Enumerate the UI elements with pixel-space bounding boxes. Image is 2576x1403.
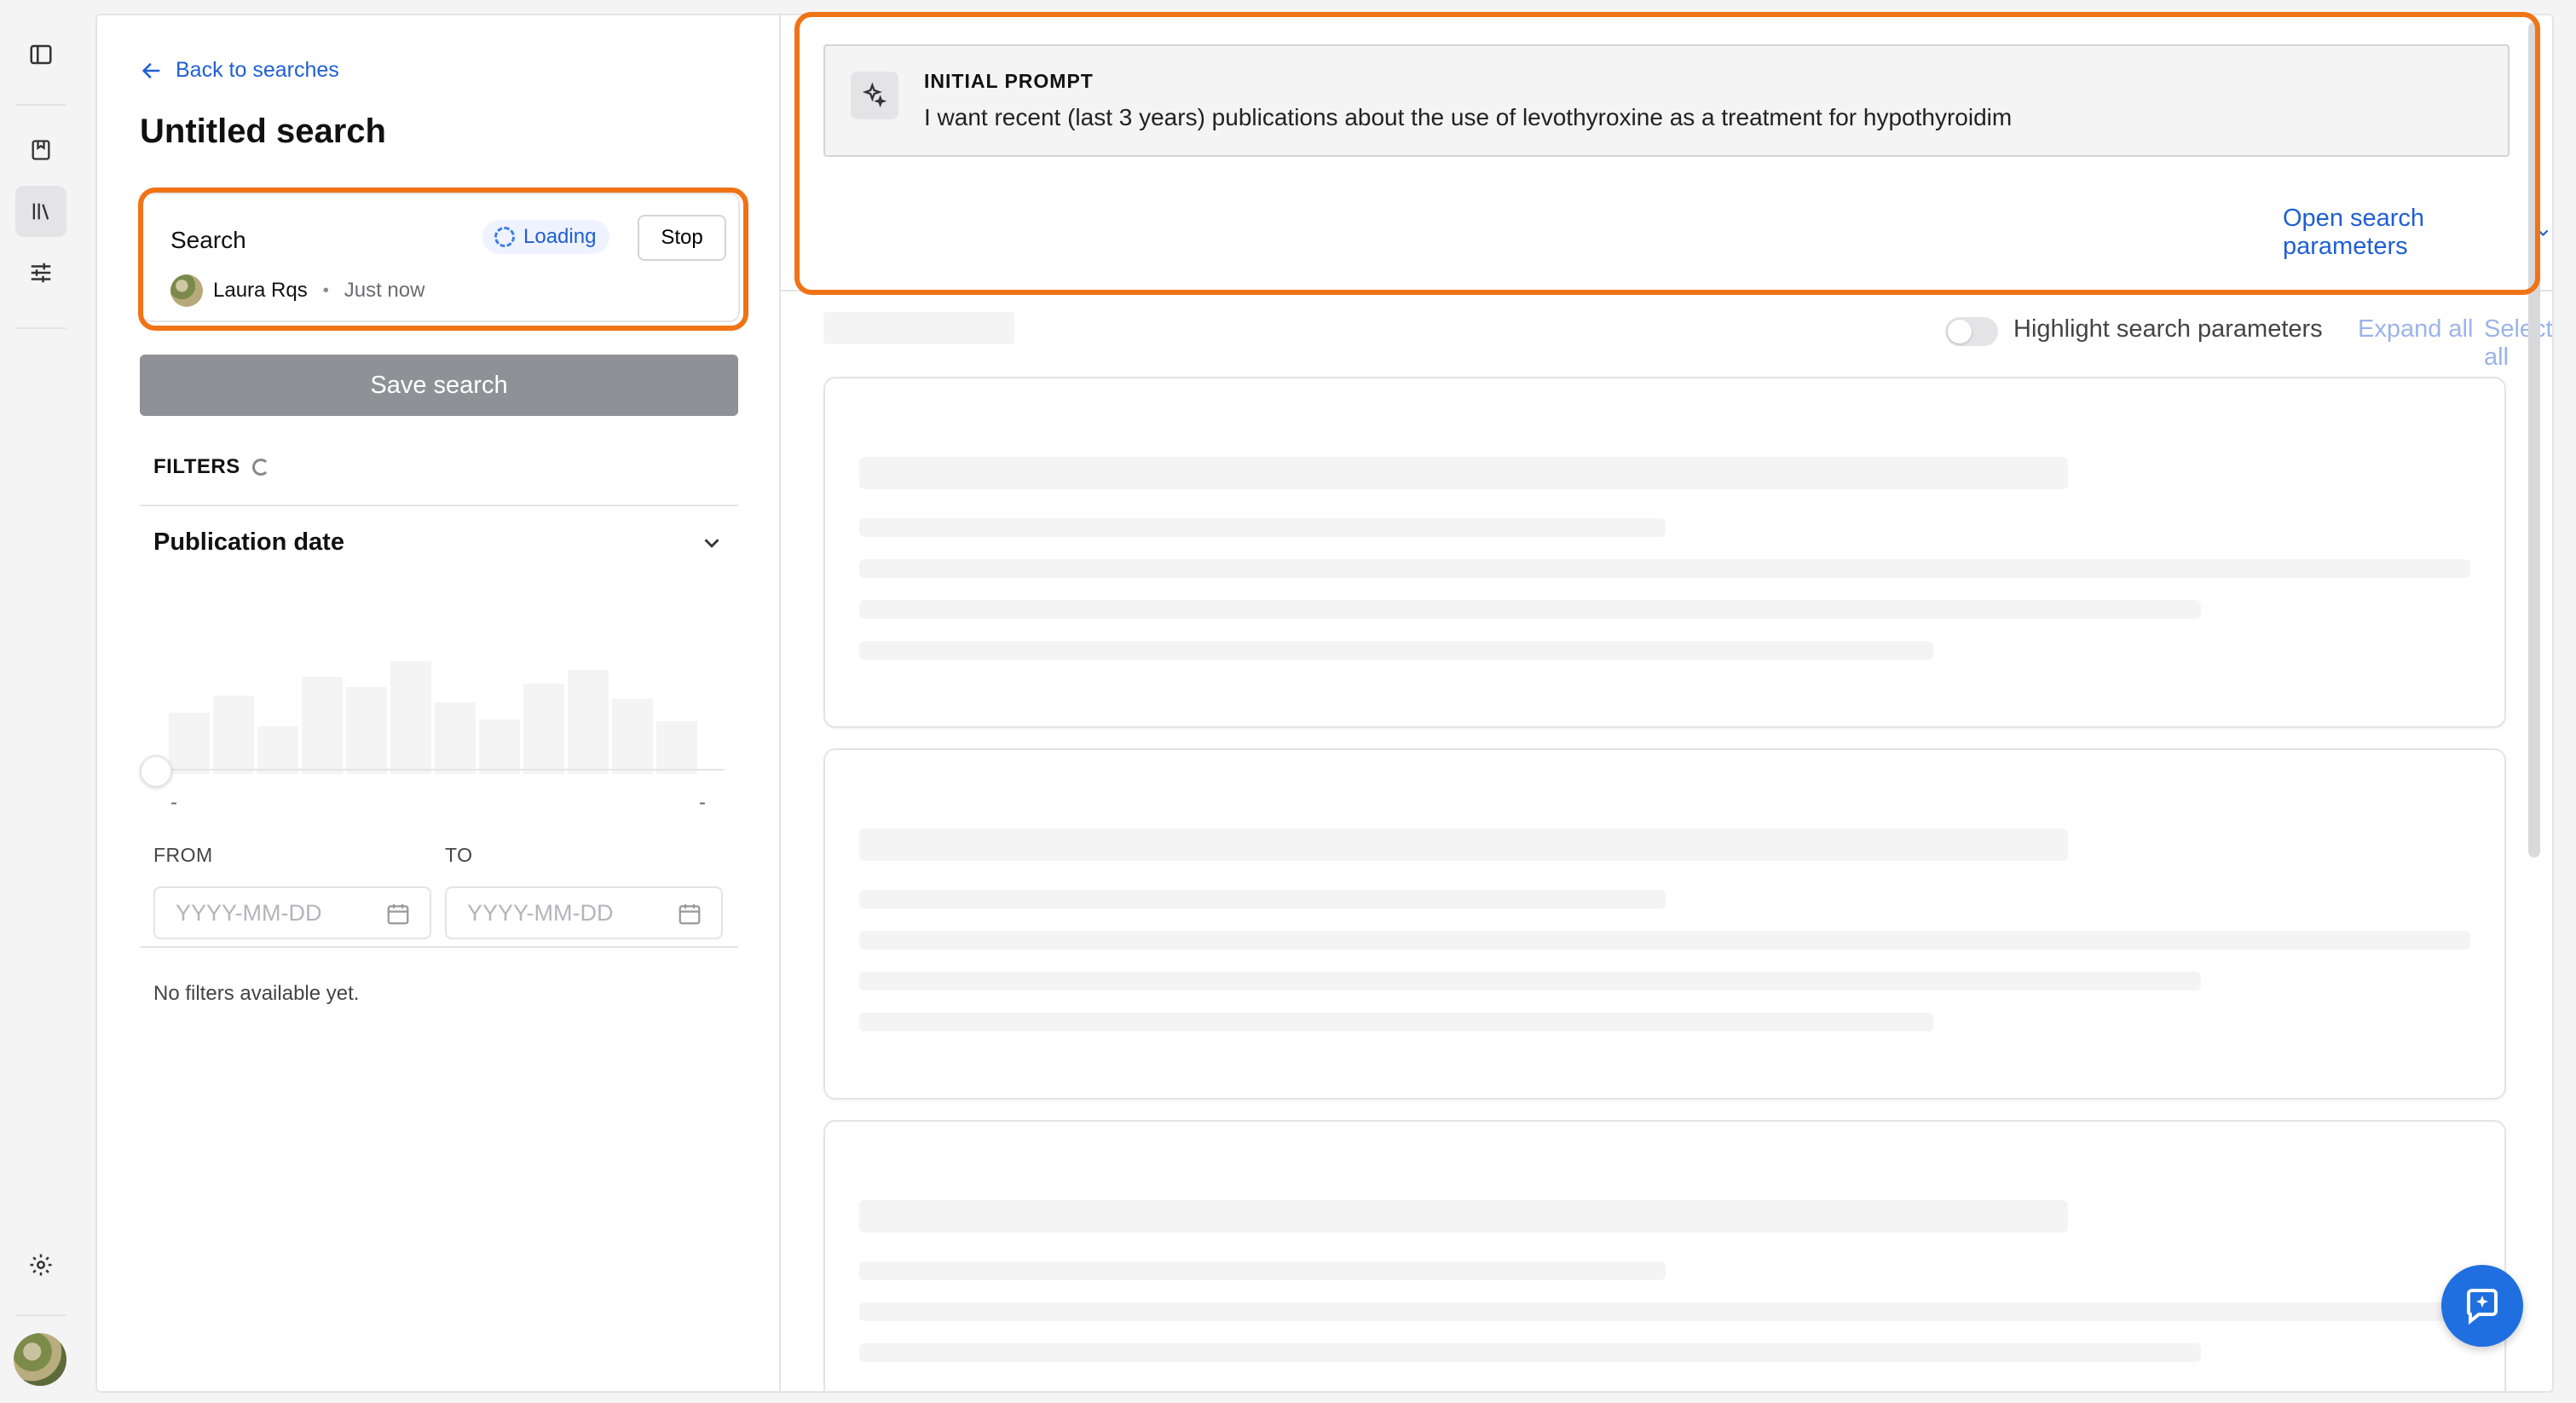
rail-gear-button[interactable]	[15, 1239, 66, 1290]
to-label: TO	[445, 844, 473, 866]
gear-icon	[30, 1254, 52, 1276]
histogram-bar	[568, 670, 609, 774]
chevron-down-icon[interactable]	[699, 530, 725, 556]
highlight-toggle[interactable]	[1945, 317, 1998, 346]
sliders-icon	[31, 263, 51, 283]
histogram-bar	[612, 699, 653, 774]
calendar-icon[interactable]	[385, 901, 411, 927]
filters-heading: FILTERS	[153, 455, 269, 479]
histogram-bar	[213, 696, 254, 774]
sidebar-toggle-button[interactable]	[15, 29, 66, 80]
publication-date-label[interactable]: Publication date	[153, 528, 344, 557]
highlight-label: Highlight search parameters	[2013, 315, 2323, 343]
range-min-value: -	[170, 791, 177, 814]
histogram-bar	[346, 687, 387, 774]
skeleton-line	[859, 829, 2068, 861]
result-skeleton-card	[823, 748, 2506, 1100]
rail-divider	[15, 1314, 66, 1316]
histogram-bar	[257, 726, 298, 774]
loading-spinner-icon	[251, 459, 269, 476]
skeleton-line	[859, 1302, 2470, 1321]
search-sidebar: Back to searches Untitled search Search …	[97, 15, 781, 1391]
range-max-value: -	[699, 791, 706, 814]
skeleton-line	[859, 457, 2068, 489]
publication-date-histogram	[169, 646, 714, 774]
expand-all-button[interactable]: Expand all	[2358, 315, 2473, 344]
icon-rail	[0, 0, 82, 1403]
rail-library-button[interactable]	[15, 186, 66, 237]
histogram-bar	[169, 713, 210, 774]
skeleton-line	[859, 559, 2470, 578]
divider	[140, 505, 738, 506]
rail-divider	[15, 104, 66, 106]
skeleton-line	[859, 1013, 1933, 1031]
back-to-searches-link[interactable]: Back to searches	[140, 58, 339, 83]
save-search-button[interactable]: Save search	[140, 355, 738, 416]
result-skeleton-card	[823, 377, 2506, 728]
filters-label: FILTERS	[153, 455, 240, 478]
bookmark-icon	[32, 140, 50, 160]
skeleton-line	[859, 600, 2201, 619]
skeleton-line	[859, 1343, 2201, 1362]
range-track	[152, 769, 725, 771]
rail-saved-button[interactable]	[15, 124, 66, 176]
select-all-button[interactable]: Select all	[2484, 315, 2552, 372]
histogram-bar	[302, 677, 343, 774]
sidebar-toggle-icon	[30, 44, 52, 65]
arrow-left-icon	[142, 62, 160, 78]
from-label: FROM	[153, 844, 213, 866]
range-slider-handle[interactable]	[140, 755, 172, 788]
skeleton-line	[859, 972, 2201, 990]
chat-sparkle-icon	[2466, 1289, 2498, 1325]
highlight-outline	[138, 188, 748, 331]
empty-filters-message: No filters available yet.	[153, 982, 360, 1005]
rail-settings-sliders-button[interactable]	[15, 247, 66, 298]
histogram-bar	[523, 684, 564, 774]
highlight-outline	[794, 12, 2540, 295]
skeleton-line	[859, 1262, 1666, 1280]
skeleton-line	[859, 931, 2470, 950]
library-icon	[32, 203, 49, 220]
histogram-bar	[656, 721, 697, 774]
skeleton-line	[859, 518, 1666, 537]
back-label: Back to searches	[176, 58, 339, 82]
skeleton-line	[859, 1200, 2068, 1233]
histogram-bar	[390, 661, 431, 774]
rail-divider	[15, 327, 66, 329]
chat-button[interactable]	[2441, 1265, 2523, 1347]
result-skeleton-card	[823, 1120, 2506, 1391]
histogram-bar	[479, 719, 520, 774]
user-avatar-button[interactable]	[14, 1333, 66, 1386]
page-title: Untitled search	[140, 113, 386, 150]
skeleton-result-count	[823, 312, 1014, 344]
divider	[140, 946, 738, 948]
skeleton-line	[859, 890, 1666, 909]
calendar-icon[interactable]	[677, 901, 702, 927]
skeleton-line	[859, 641, 1933, 660]
histogram-bar	[435, 702, 476, 774]
